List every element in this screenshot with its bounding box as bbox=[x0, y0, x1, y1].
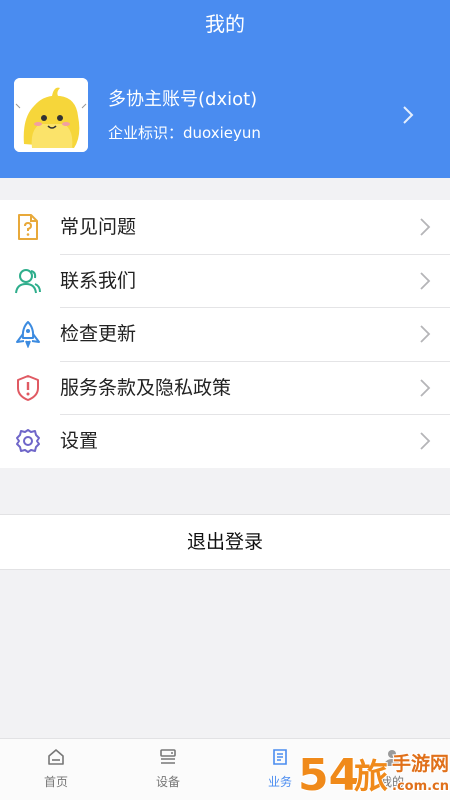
menu-item-contact[interactable]: 联系我们 bbox=[0, 253, 450, 308]
rocket-icon bbox=[16, 321, 40, 349]
menu-label: 常见问题 bbox=[60, 216, 137, 238]
logout-button[interactable]: 退出登录 bbox=[0, 514, 450, 570]
menu-item-check-update[interactable]: 检查更新 bbox=[0, 307, 450, 361]
chevron-right-icon[interactable] bbox=[398, 103, 418, 127]
svg-text:旅: 旅 bbox=[354, 757, 388, 797]
chevron-right-icon bbox=[420, 325, 431, 343]
settings-menu: 常见问题 联系我们 检查更新 服务条款及隐私政策 设置 bbox=[0, 200, 450, 468]
menu-label: 服务条款及隐私政策 bbox=[60, 376, 232, 399]
menu-label: 检查更新 bbox=[60, 323, 137, 346]
chevron-right-icon bbox=[420, 271, 431, 290]
menu-label: 设置 bbox=[60, 430, 99, 453]
shield-alert-icon bbox=[17, 374, 39, 401]
watermark-domain: .com.cn bbox=[392, 779, 449, 794]
contacts-icon bbox=[15, 268, 41, 293]
chevron-right-icon bbox=[420, 218, 431, 236]
menu-label: 联系我们 bbox=[60, 269, 137, 292]
chevron-right-icon bbox=[420, 432, 431, 451]
faq-document-icon bbox=[18, 214, 38, 240]
profile-header: 我的 多协主账号(dxiot) 企业标识：duoxieyun bbox=[0, 0, 450, 178]
watermark-logo: 54 旅 手游网 .com.cn bbox=[297, 749, 450, 800]
chevron-right-icon bbox=[420, 379, 431, 397]
tab-label: 首页 bbox=[43, 775, 68, 789]
profile-card[interactable]: 多协主账号(dxiot) 企业标识：duoxieyun bbox=[0, 60, 450, 170]
watermark-text: 手游网 bbox=[392, 752, 449, 775]
page-title: 我的 bbox=[205, 12, 245, 36]
gear-icon bbox=[16, 429, 40, 454]
tab-device[interactable]: 设备 bbox=[112, 739, 224, 800]
site-watermark: 54 旅 手游网 .com.cn bbox=[296, 738, 450, 800]
company-id: 企业标识：duoxieyun bbox=[108, 124, 261, 142]
device-icon bbox=[160, 749, 176, 764]
tab-label: 设备 bbox=[155, 775, 180, 789]
home-icon bbox=[48, 749, 64, 765]
menu-item-faq[interactable]: 常见问题 bbox=[0, 200, 450, 254]
account-name: 多协主账号(dxiot) bbox=[108, 89, 258, 110]
avatar[interactable] bbox=[14, 78, 88, 152]
book-icon bbox=[273, 749, 287, 765]
tab-home[interactable]: 首页 bbox=[0, 739, 112, 800]
menu-item-settings[interactable]: 设置 bbox=[0, 414, 450, 468]
svg-text:54: 54 bbox=[298, 750, 359, 800]
menu-item-terms-privacy[interactable]: 服务条款及隐私政策 bbox=[0, 360, 450, 415]
